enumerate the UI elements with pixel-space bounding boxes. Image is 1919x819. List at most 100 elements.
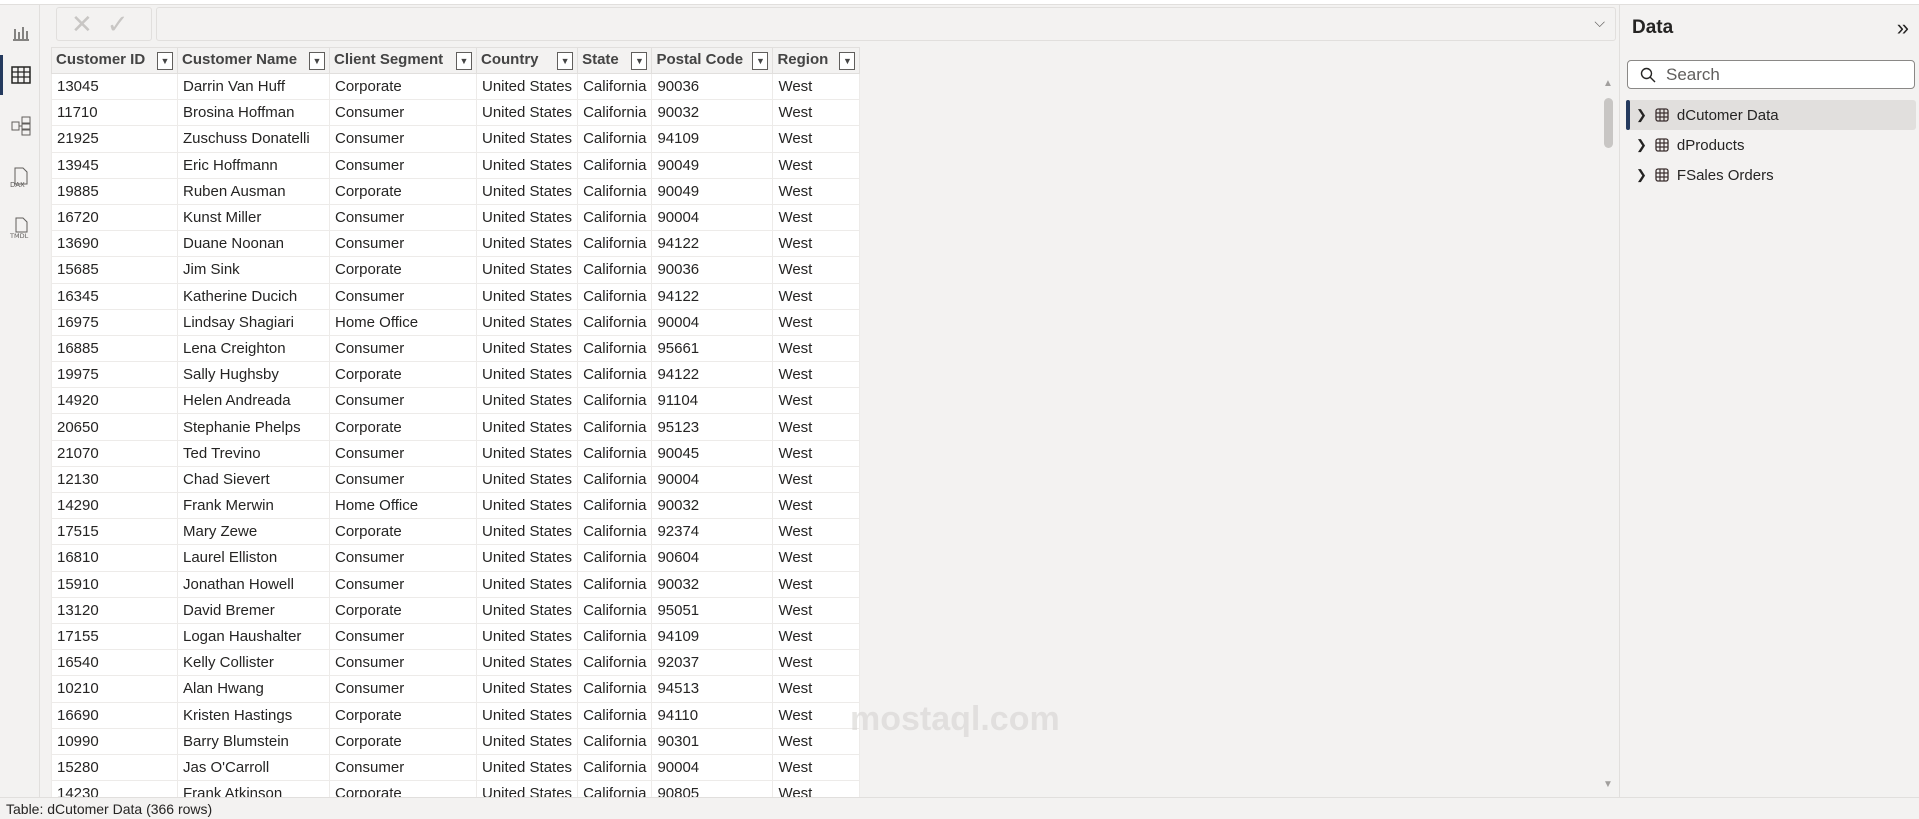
table-cell[interactable]: 94109 [651,622,774,651]
table-cell[interactable]: 94109 [651,125,774,153]
column-header[interactable]: Customer Name ▼ [177,47,330,74]
table-cell[interactable]: 15685 [51,256,178,284]
table-node[interactable]: ❯ FSales Orders [1626,160,1916,190]
table-cell[interactable]: 95123 [651,413,774,441]
table-cell[interactable]: California [577,570,653,598]
table-cell[interactable]: 94122 [651,230,774,258]
table-cell[interactable]: Consumer [329,544,477,572]
check-icon[interactable]: ✓ [107,9,129,40]
table-cell[interactable]: 92037 [651,649,774,677]
formula-input[interactable]: ⌵ [156,7,1616,41]
table-cell[interactable]: West [772,701,861,729]
table-cell[interactable]: Home Office [329,491,477,520]
table-cell[interactable]: 17515 [51,518,178,546]
table-cell[interactable]: 90036 [651,256,774,284]
table-cell[interactable]: 90805 [651,780,774,797]
vertical-scrollbar[interactable]: ▲ ▼ [1601,78,1616,790]
table-cell[interactable]: 90004 [651,308,774,336]
table-cell[interactable]: 14920 [51,387,178,415]
table-cell[interactable]: United States [475,753,579,782]
table-cell[interactable]: California [577,256,653,284]
table-cell[interactable]: Consumer [329,230,477,258]
table-cell[interactable]: Helen Andreada [177,387,330,415]
table-cell[interactable]: Stephanie Phelps [177,413,330,441]
table-cell[interactable]: United States [475,151,579,179]
table-cell[interactable]: West [772,544,861,572]
table-cell[interactable]: 16720 [51,203,178,232]
table-cell[interactable]: 95051 [651,596,774,624]
table-cell[interactable]: West [772,203,861,232]
table-cell[interactable]: Eric Hoffmann [177,151,330,179]
table-cell[interactable]: 90032 [651,491,774,520]
table-cell[interactable]: Consumer [329,465,477,494]
table-cell[interactable]: United States [475,125,579,153]
table-cell[interactable]: Consumer [329,675,477,703]
scroll-thumb[interactable] [1604,98,1613,148]
table-cell[interactable]: United States [475,675,579,703]
table-cell[interactable]: 90032 [651,99,774,127]
table-cell[interactable]: Jonathan Howell [177,570,330,598]
table-cell[interactable]: 13120 [51,596,178,624]
scroll-up-icon[interactable]: ▲ [1603,78,1613,89]
column-header[interactable]: Customer ID ▼ [51,47,178,74]
table-cell[interactable]: California [577,177,653,205]
table-cell[interactable]: United States [475,387,579,415]
table-cell[interactable]: West [772,622,861,651]
table-cell[interactable]: United States [475,413,579,441]
table-cell[interactable]: California [577,727,653,755]
table-cell[interactable]: United States [475,177,579,205]
model-view-icon[interactable] [8,113,34,139]
table-cell[interactable]: Corporate [329,177,477,205]
table-cell[interactable]: Laurel Elliston [177,544,330,572]
table-cell[interactable]: California [577,439,653,467]
tmdl-view-icon[interactable]: TMDL [8,215,34,241]
table-cell[interactable]: California [577,675,653,703]
table-cell[interactable]: West [772,151,861,179]
filter-dropdown-icon[interactable]: ▼ [557,52,574,70]
table-cell[interactable]: Chad Sievert [177,465,330,494]
filter-dropdown-icon[interactable]: ▼ [157,52,173,70]
table-cell[interactable]: Mary Zewe [177,518,330,546]
table-cell[interactable]: 16345 [51,282,178,310]
table-cell[interactable]: 11710 [51,99,178,127]
table-cell[interactable]: Alan Hwang [177,675,330,703]
table-cell[interactable]: 90301 [651,727,774,755]
table-cell[interactable]: United States [475,518,579,546]
table-cell[interactable]: West [772,491,861,520]
table-cell[interactable]: United States [475,99,579,127]
table-cell[interactable]: California [577,622,653,651]
table-cell[interactable]: West [772,72,861,101]
table-cell[interactable]: 92374 [651,518,774,546]
table-cell[interactable]: 16540 [51,649,178,677]
table-cell[interactable]: West [772,125,861,153]
table-cell[interactable]: Consumer [329,151,477,179]
table-cell[interactable]: United States [475,203,579,232]
table-cell[interactable]: Consumer [329,439,477,467]
table-cell[interactable]: United States [475,256,579,284]
table-cell[interactable]: David Bremer [177,596,330,624]
table-cell[interactable]: 14230 [51,780,178,797]
table-cell[interactable]: California [577,413,653,441]
table-cell[interactable]: United States [475,439,579,467]
table-cell[interactable]: 14290 [51,491,178,520]
table-cell[interactable]: West [772,177,861,205]
table-cell[interactable]: 15910 [51,570,178,598]
table-cell[interactable]: 13690 [51,230,178,258]
table-cell[interactable]: United States [475,649,579,677]
table-cell[interactable]: 90049 [651,177,774,205]
table-cell[interactable]: United States [475,465,579,494]
table-cell[interactable]: Darrin Van Huff [177,72,330,101]
table-cell[interactable]: West [772,465,861,494]
table-cell[interactable]: California [577,701,653,729]
table-cell[interactable]: 10990 [51,727,178,755]
column-header[interactable]: State ▼ [577,47,653,74]
table-cell[interactable]: California [577,491,653,520]
table-cell[interactable]: United States [475,701,579,729]
table-cell[interactable]: West [772,780,861,797]
table-cell[interactable]: United States [475,491,579,520]
table-cell[interactable]: Home Office [329,308,477,336]
table-cell[interactable]: United States [475,230,579,258]
collapse-pane-icon[interactable]: » [1897,15,1909,41]
filter-dropdown-icon[interactable]: ▼ [456,52,472,70]
table-cell[interactable]: 90004 [651,203,774,232]
